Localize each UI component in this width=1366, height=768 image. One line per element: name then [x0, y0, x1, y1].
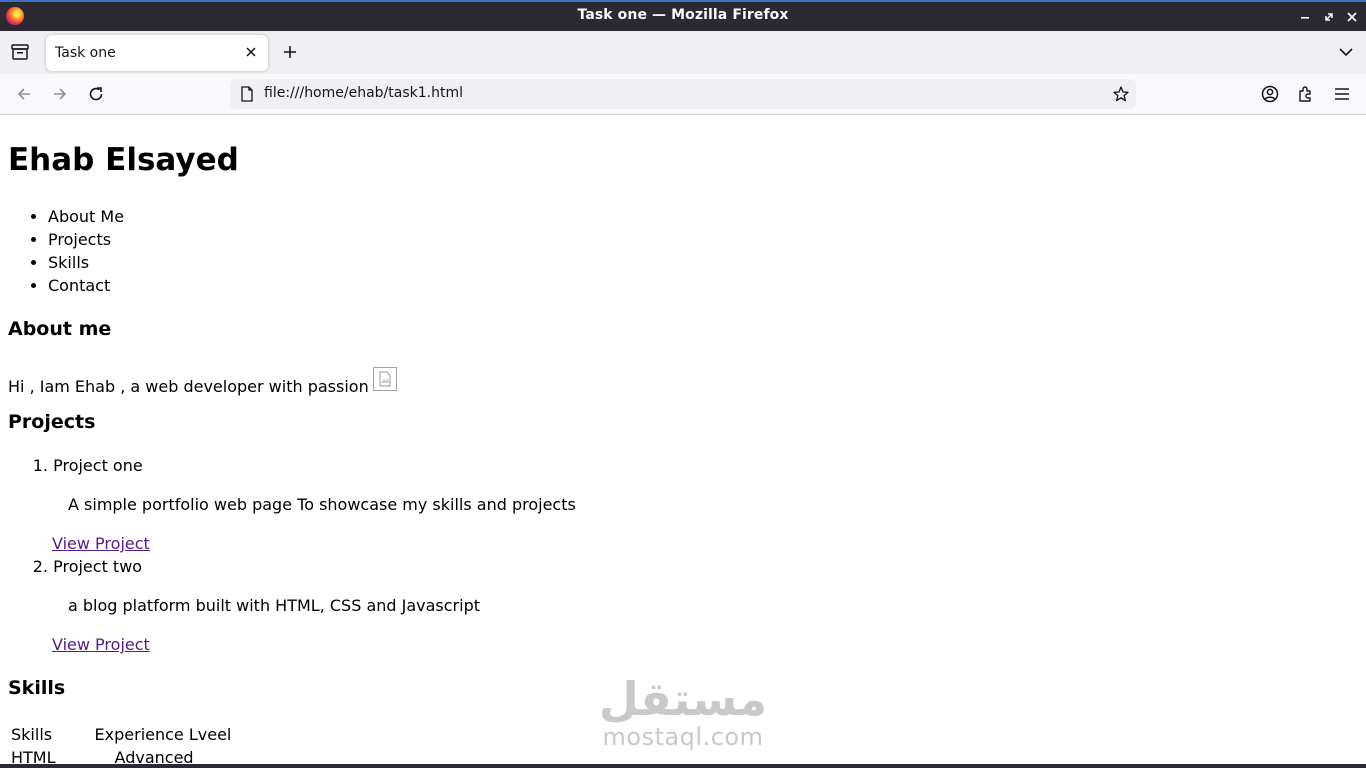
list-number: 1.	[32, 456, 48, 475]
reload-icon[interactable]	[86, 84, 106, 104]
navigation-toolbar: file:///home/ehab/task1.html	[0, 74, 1366, 115]
window-titlebar: Task one — Mozilla Firefox	[0, 0, 1366, 31]
skills-heading: Skills	[8, 677, 66, 699]
new-tab-icon[interactable]	[279, 41, 301, 63]
tab-title: Task one	[55, 45, 116, 61]
table-cell: HTML	[11, 748, 56, 764]
about-paragraph: Hi , Iam Ehab , a web developer with pas…	[8, 367, 397, 396]
page-heading: Ehab Elsayed	[8, 142, 239, 178]
project-description: a blog platform built with HTML, CSS and…	[68, 596, 481, 615]
project-description: A simple portfolio web page To showcase …	[68, 495, 576, 514]
watermark: مستقل mostaql.com	[598, 673, 768, 753]
page-content: Ehab Elsayed About Me Projects Skills Co…	[0, 116, 1366, 764]
list-item: 1. Project one	[30, 456, 143, 475]
watermark-arabic: مستقل	[598, 672, 768, 726]
maximize-icon[interactable]	[1319, 7, 1339, 27]
nav-list: About Me Projects Skills Contact	[48, 205, 124, 297]
url-bar[interactable]: file:///home/ehab/task1.html	[230, 79, 1136, 109]
bookmark-star-icon[interactable]	[1112, 85, 1130, 103]
firefox-view-icon[interactable]	[9, 42, 31, 62]
table-header: Experience Lveel	[94, 725, 232, 744]
list-item: About Me	[48, 205, 124, 228]
table-row: HTML Advanced	[10, 747, 232, 764]
close-window-icon[interactable]	[1342, 7, 1362, 27]
project-name: Project one	[53, 456, 143, 475]
view-project-link[interactable]: View Project	[52, 534, 150, 553]
list-item: Projects	[48, 228, 124, 251]
about-heading: About me	[8, 318, 112, 340]
window-title: Task one — Mozilla Firefox	[577, 7, 789, 23]
view-project-link[interactable]: View Project	[52, 635, 150, 654]
skills-table: Skills Experience Lveel HTML Advanced	[8, 722, 234, 764]
list-item: Skills	[48, 251, 124, 274]
chevron-down-icon[interactable]	[1336, 43, 1356, 61]
watermark-latin: mostaql.com	[602, 723, 764, 751]
account-icon[interactable]	[1260, 84, 1280, 104]
page-icon	[240, 86, 254, 102]
tab-task-one[interactable]: Task one	[46, 35, 268, 71]
table-header: Skills	[11, 725, 53, 744]
window-bottom-edge	[0, 764, 1366, 768]
table-header-row: Skills Experience Lveel	[10, 724, 232, 745]
minimize-icon[interactable]	[1295, 7, 1315, 27]
tab-strip: Task one	[0, 31, 1366, 74]
hamburger-menu-icon[interactable]	[1332, 84, 1352, 104]
back-arrow-icon[interactable]	[14, 84, 34, 104]
tab-close-icon[interactable]	[242, 43, 260, 61]
list-number: 2.	[32, 557, 48, 576]
list-item: Contact	[48, 274, 124, 297]
list-item: 2. Project two	[30, 557, 142, 576]
about-text: Hi , Iam Ehab , a web developer with pas…	[8, 377, 369, 396]
project-name: Project two	[53, 557, 143, 576]
projects-heading: Projects	[8, 411, 96, 433]
broken-image-icon	[372, 367, 397, 391]
extensions-icon[interactable]	[1296, 84, 1316, 104]
table-cell: Advanced	[114, 748, 194, 764]
url-text[interactable]: file:///home/ehab/task1.html	[264, 85, 463, 101]
forward-arrow-icon[interactable]	[50, 84, 70, 104]
